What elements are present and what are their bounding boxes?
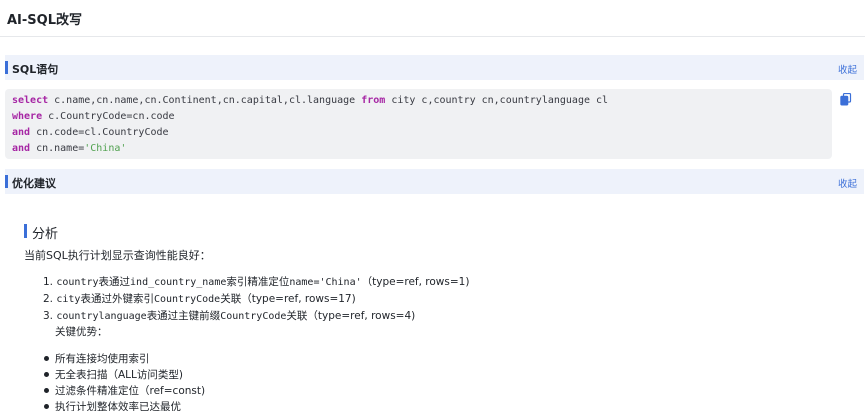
sql-section-header: SQL语句 收起 (5, 55, 864, 80)
inline-code: name='China' (289, 277, 362, 288)
inline-code: country (56, 277, 99, 288)
advantages-label: 关键优势： (55, 326, 108, 338)
bullet-icon (44, 388, 49, 393)
list-item: 执行计划整体效率已达最优 (55, 401, 181, 411)
analysis-heading-text: 分析 (32, 227, 59, 242)
sql-text: city c,country cn,countrylanguage cl (385, 95, 609, 106)
code-line: select c.name,cn.name,cn.Continent,cn.ca… (12, 93, 825, 109)
list-text: 表通过主键前缀 (146, 310, 221, 322)
list-item: 所有连接均使用索引 (55, 353, 150, 365)
sql-text: cn.code=cl.CountryCode (30, 127, 169, 138)
sql-text: c.CountryCode=cn.code (42, 111, 175, 122)
app-title: AI-SQL改写 (7, 13, 82, 28)
sql-section-title: SQL语句 (12, 63, 59, 76)
list-item: 无全表扫描（ALL访问类型) (55, 369, 183, 381)
list-text: 关联（type=ref, rows=4) (286, 310, 416, 322)
sql-string: 'China' (84, 143, 127, 154)
list-number: 2. (43, 293, 54, 305)
inline-code: countrylanguage (56, 311, 147, 322)
list-text: 表通过 (98, 276, 131, 288)
list-text: 关联（type=ref, rows=17) (220, 293, 356, 305)
app-header: AI-SQL改写 (0, 0, 865, 37)
sql-keyword: from (361, 95, 386, 106)
list-item: 过滤条件精准定位（ref=const) (55, 385, 206, 397)
inline-code: city (56, 294, 81, 305)
sql-text: cn.name= (30, 143, 85, 154)
suggest-collapse-button[interactable]: 收起 (838, 176, 857, 190)
bullet-icon (44, 404, 49, 409)
section-accent-bar (5, 175, 8, 188)
sql-collapse-button[interactable]: 收起 (838, 62, 857, 76)
analysis-summary: 当前SQL执行计划显示查询性能良好： (24, 249, 211, 262)
list-text: （type=ref, rows=1) (361, 276, 470, 288)
bullet-icon (44, 356, 49, 361)
bullet-icon (44, 372, 49, 377)
list-text: 索引精准定位 (226, 276, 290, 288)
code-line: and cn.name='China' (12, 141, 825, 157)
list-item: 1. country表通过ind_country_name索引精准定位name=… (43, 274, 469, 289)
inline-code: CountryCode (220, 311, 287, 322)
copy-icon[interactable] (840, 91, 852, 106)
list-item: 3. countrylanguage表通过主键前缀CountryCode关联（t… (43, 308, 415, 323)
sql-keyword: where (12, 111, 43, 122)
suggest-section-header: 优化建议 收起 (5, 169, 864, 194)
section-accent-bar (5, 61, 8, 74)
list-number: 1. (43, 276, 54, 288)
code-line: and cn.code=cl.CountryCode (12, 125, 825, 141)
sql-code-block: select c.name,cn.name,cn.Continent,cn.ca… (5, 89, 832, 159)
suggest-section-title: 优化建议 (12, 177, 56, 190)
inline-code: CountryCode (153, 294, 221, 305)
sql-text: c.name,cn.name,cn.Continent,cn.capital,c… (48, 95, 362, 106)
sql-keyword: and (12, 143, 31, 154)
heading-accent-bar (24, 224, 27, 238)
inline-code: ind_country_name (130, 277, 227, 288)
sql-keyword: select (12, 95, 49, 106)
sql-keyword: and (12, 127, 31, 138)
list-text: 表通过外键索引 (80, 293, 154, 305)
code-line: where c.CountryCode=cn.code (12, 109, 825, 125)
list-item: 2. city表通过外键索引CountryCode关联（type=ref, ro… (43, 291, 356, 306)
list-number: 3. (43, 310, 54, 322)
